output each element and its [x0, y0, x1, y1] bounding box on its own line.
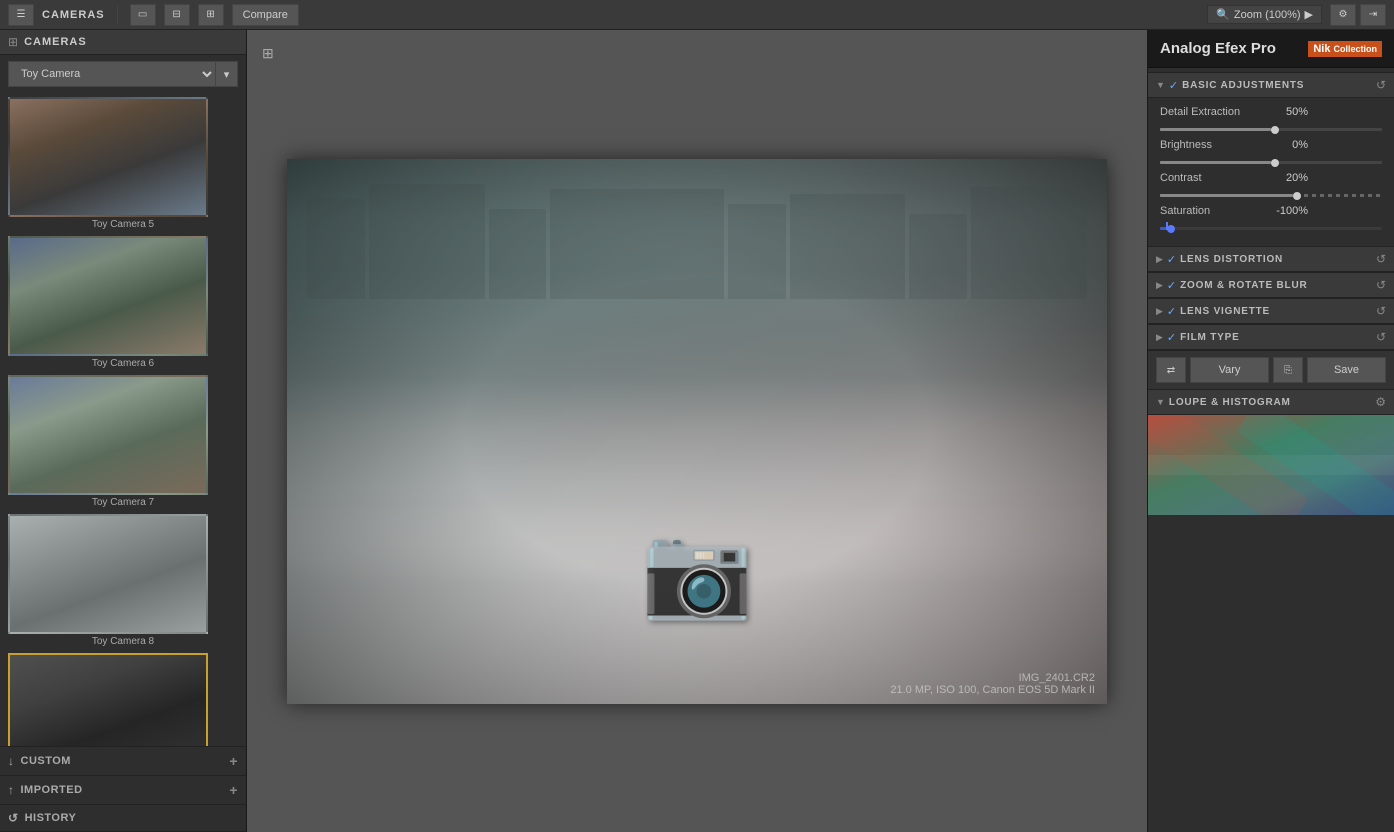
brightness-track[interactable]: [1160, 161, 1382, 164]
contrast-slider-row: [1160, 194, 1382, 197]
photo-info: IMG_2401.CR2 21.0 MP, ISO 100, Canon EOS…: [890, 672, 1095, 696]
photo-canvas: 📷 IMG_2401.CR2 21.0 MP, ISO 100, Canon E…: [287, 159, 1107, 704]
expand-icon: ⊞: [262, 45, 274, 62]
detail-extraction-slider-row: [1160, 128, 1382, 131]
saturation-track[interactable]: [1160, 227, 1382, 230]
thumbnail-list: 📷 Toy Camera 5 📷 Toy Camera 6 📷: [0, 93, 246, 746]
left-sidebar: ⊞ CAMERAS Toy Camera ▾ 📷 Toy Camera 5: [0, 30, 247, 832]
photo-filename: IMG_2401.CR2: [890, 672, 1095, 684]
detail-extraction-track[interactable]: [1160, 128, 1382, 131]
thumb-img-9: 📷: [8, 653, 208, 746]
photo-metadata: 21.0 MP, ISO 100, Canon EOS 5D Mark II: [890, 684, 1095, 696]
brightness-slider-row: [1160, 161, 1382, 164]
canvas-area: ⊞ 📷: [247, 30, 1147, 832]
canvas-inner: ⊞ 📷: [247, 30, 1147, 832]
saturation-slider-row: [1160, 227, 1382, 230]
contrast-track[interactable]: [1160, 194, 1382, 197]
main-layout: ⊞ CAMERAS Toy Camera ▾ 📷 Toy Camera 5: [0, 30, 1394, 832]
thumb-item-9[interactable]: 📷 Toy Camera 9: [8, 653, 238, 746]
